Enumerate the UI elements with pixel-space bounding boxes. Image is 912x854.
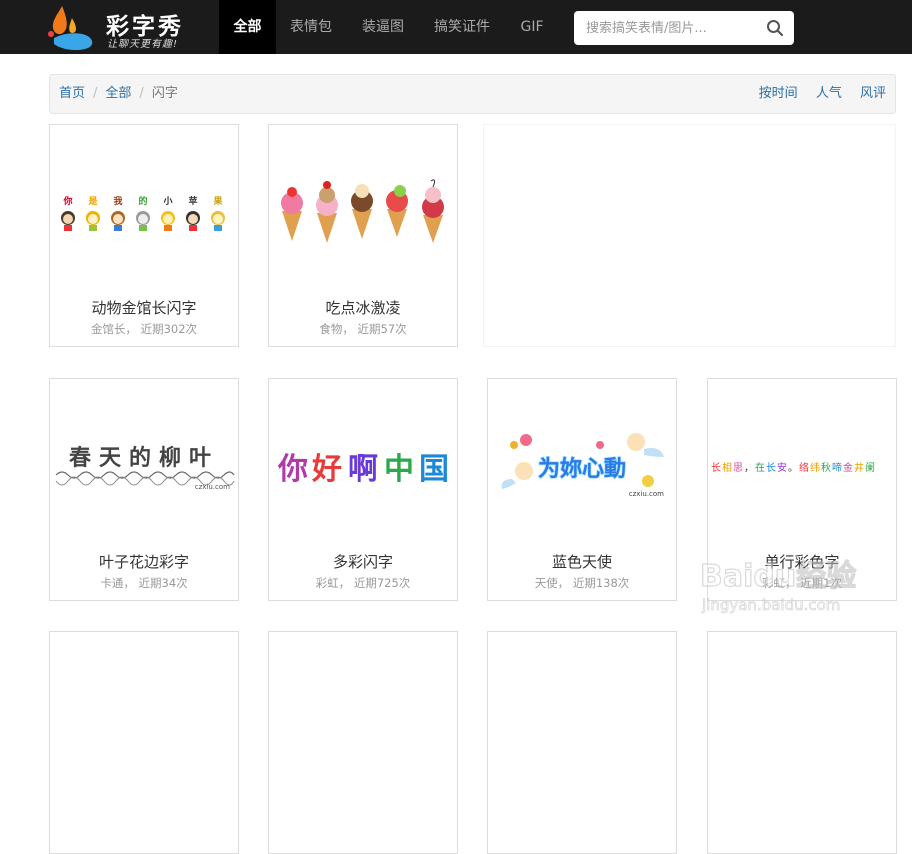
nav-funny-id[interactable]: 搞笑证件 xyxy=(424,0,500,54)
thumb-char: 阑 xyxy=(865,461,875,474)
card-partial[interactable] xyxy=(487,631,677,854)
thumb-char: 啊 xyxy=(348,452,378,487)
thumb-char: 国 xyxy=(419,452,449,487)
thumb-char: 你 xyxy=(277,452,308,487)
card-meta: 天使， 近期138次 xyxy=(534,576,630,590)
thumb-watermark: czxiu.com xyxy=(629,490,664,498)
nav-gif[interactable]: GIF xyxy=(510,0,554,54)
thumb-char: 思 xyxy=(733,462,743,474)
card-title[interactable]: 动物金馆长闪字 xyxy=(50,297,238,318)
card-colorful-flash[interactable]: 你 好 啊 中 国 多彩闪字 彩虹， 近期725次 xyxy=(268,378,458,601)
thumb-text: 为妳心動 xyxy=(538,456,626,482)
card-thumbnail xyxy=(281,179,444,243)
thumb-char: 络 xyxy=(799,461,809,474)
sort-by-popularity[interactable]: 人气 xyxy=(816,86,842,101)
thumb-char: 是 xyxy=(87,196,98,207)
thumb-char: 安 xyxy=(777,461,787,474)
thumb-char: 你 xyxy=(62,195,72,207)
thumb-char: 果 xyxy=(212,196,223,207)
sort-options: 按时间 人气 风评 xyxy=(745,75,886,113)
breadcrumb: 首页 / 全部 / 闪字 xyxy=(59,75,178,113)
search-icon[interactable] xyxy=(766,19,784,37)
thumb-char: 纬 xyxy=(810,461,820,474)
breadcrumb-all[interactable]: 全部 xyxy=(105,86,131,101)
card-partial[interactable] xyxy=(268,631,458,854)
card-thumbnail: 长 相 思 ， 在 长 安 。 络 纬 秋 啼 金 井 阑 xyxy=(711,461,875,474)
thumb-watermark: czxiu.com xyxy=(195,483,230,491)
card-meta: 食物， 近期57次 xyxy=(319,322,407,336)
breadcrumb-home[interactable]: 首页 xyxy=(59,86,85,101)
top-navbar: 彩字秀 让聊天更有趣! 全部 表情包 装逼图 搞笑证件 GIF xyxy=(0,0,912,54)
card-meta: 卡通， 近期34次 xyxy=(100,576,188,590)
card-partial[interactable] xyxy=(49,631,239,854)
site-logo[interactable]: 彩字秀 让聊天更有趣! xyxy=(48,4,208,50)
thumb-char: 秋 xyxy=(821,461,831,474)
thumb-char: ， xyxy=(744,463,754,474)
sort-by-rating[interactable]: 风评 xyxy=(860,86,886,101)
thumb-char: 相 xyxy=(722,461,732,474)
card-blue-angel[interactable]: 为妳心動 czxiu.com 蓝色天使 天使， 近期138次 xyxy=(487,378,677,601)
empty-slot xyxy=(483,124,896,347)
thumb-char: 我 xyxy=(113,195,122,207)
thumb-char: 小 xyxy=(162,195,172,207)
logo-droplet-icon xyxy=(48,6,93,50)
search-input[interactable] xyxy=(574,11,758,45)
card-leaf-lace[interactable]: 春天的柳叶 czxiu.com 叶子花边彩字 卡通， 近期34次 xyxy=(49,378,239,601)
card-meta: 彩虹， 近期725次 xyxy=(315,576,411,590)
thumb-char: 啼 xyxy=(832,461,842,474)
thumb-char: 在 xyxy=(755,462,765,474)
card-title[interactable]: 多彩闪字 xyxy=(269,551,457,572)
card-thumbnail: 你 好 啊 中 国 xyxy=(277,452,449,487)
card-meta: 金馆长， 近期302次 xyxy=(90,322,198,336)
card-single-line-color[interactable]: 长 相 思 ， 在 长 安 。 络 纬 秋 啼 金 井 阑 单行彩色字 彩虹， … xyxy=(707,378,897,601)
logo-slogan: 让聊天更有趣! xyxy=(107,39,179,50)
card-title[interactable]: 蓝色天使 xyxy=(488,551,676,572)
thumb-char: 长 xyxy=(711,462,721,474)
card-thumbnail: 为妳心動 czxiu.com xyxy=(501,433,664,498)
thumb-char: 好 xyxy=(311,452,342,487)
nav-memes[interactable]: 表情包 xyxy=(280,0,342,54)
thumb-char: 的 xyxy=(138,195,147,207)
thumb-char: 中 xyxy=(384,452,414,487)
breadcrumb-bar: 首页 / 全部 / 闪字 按时间 人气 风评 xyxy=(49,74,896,114)
animal-faces-image: 你 是 我 的 小 苹 果 xyxy=(61,195,225,231)
ice-cream-image xyxy=(281,179,444,243)
nav-show-off[interactable]: 装逼图 xyxy=(352,0,414,54)
card-thumbnail: 你 是 我 的 小 苹 果 xyxy=(61,195,225,231)
card-animal-flash[interactable]: 你 是 我 的 小 苹 果 动物金馆长闪字 金馆长， 近期302次 xyxy=(49,124,239,347)
thumb-char: 金 xyxy=(843,461,853,474)
thumb-text: 春天的柳叶 xyxy=(69,445,219,471)
card-title[interactable]: 单行彩色字 xyxy=(708,551,896,572)
search-box xyxy=(574,11,794,45)
thumb-char: 苹 xyxy=(188,195,197,207)
breadcrumb-separator: / xyxy=(93,86,98,101)
breadcrumb-current: 闪字 xyxy=(151,86,178,101)
card-meta: 彩虹， 近期1次 xyxy=(762,576,842,590)
thumb-char: 井 xyxy=(854,461,864,474)
nav-all[interactable]: 全部 xyxy=(219,0,276,54)
breadcrumb-separator: / xyxy=(139,86,144,101)
card-ice-cream[interactable]: 吃点冰激凌 食物， 近期57次 xyxy=(268,124,458,347)
card-partial[interactable] xyxy=(707,631,897,854)
card-title[interactable]: 叶子花边彩字 xyxy=(50,551,238,572)
card-thumbnail: 春天的柳叶 czxiu.com xyxy=(55,445,235,491)
card-title[interactable]: 吃点冰激凌 xyxy=(269,297,457,318)
sort-by-time[interactable]: 按时间 xyxy=(759,86,798,101)
thumb-char: 长 xyxy=(766,462,776,474)
thumb-char: 。 xyxy=(788,463,798,474)
